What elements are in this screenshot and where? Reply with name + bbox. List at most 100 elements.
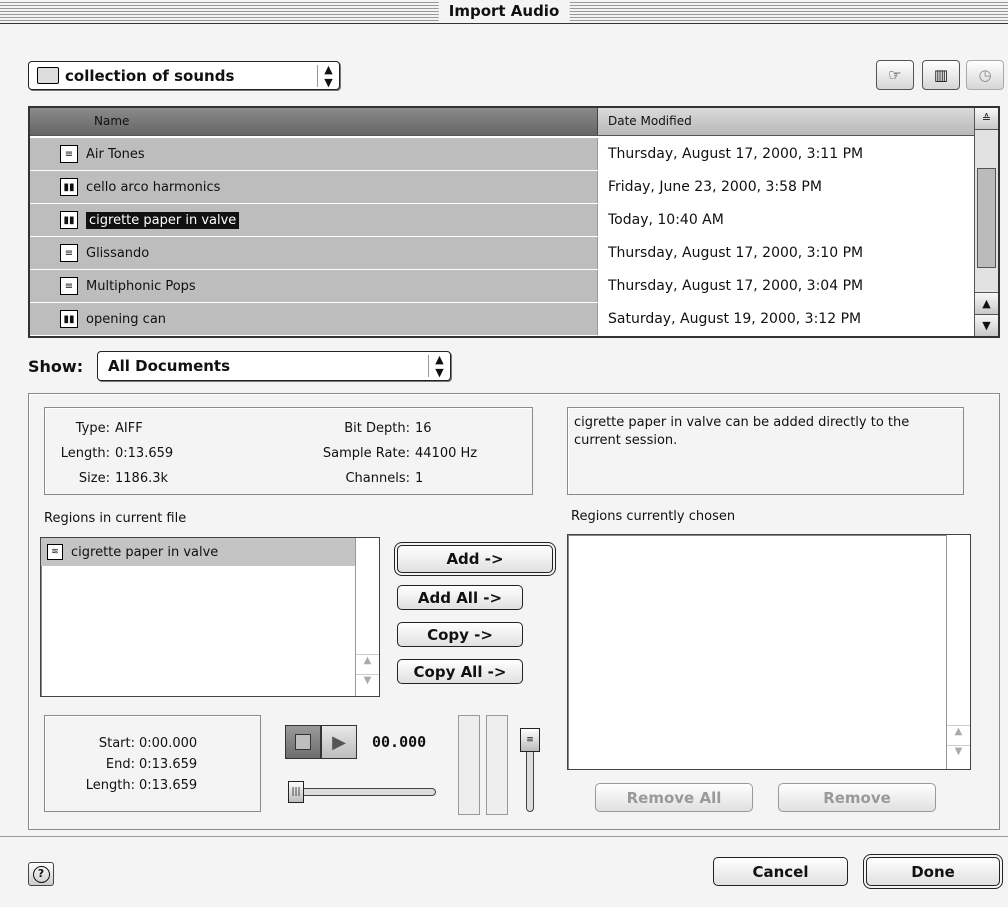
folder-popup[interactable]: collection of sounds ▲ ▼: [28, 61, 340, 90]
scroll-up-icon[interactable]: ▲: [947, 725, 970, 745]
remove-all-button[interactable]: Remove All: [595, 783, 753, 812]
file-row[interactable]: ≡ Glissando Thursday, August 17, 2000, 3:1…: [30, 237, 976, 269]
file-list-header: Name Date Modified: [30, 108, 976, 136]
selection-info-box: Start: 0:00.000 End: 0:13.659 Length: 0:…: [44, 715, 261, 812]
file-name: cello arco harmonics: [86, 179, 221, 195]
copy-all-button[interactable]: Copy All ->: [397, 659, 523, 684]
region-icon: ≋: [47, 544, 63, 560]
length-value: 0:13.659: [115, 446, 174, 461]
end-label: End:: [105, 757, 135, 772]
type-label: Type:: [75, 421, 110, 436]
document-icon: ≡: [60, 244, 78, 262]
document-icon: ≡: [60, 145, 78, 163]
end-value: 0:13.659: [139, 757, 198, 772]
show-label: Show:: [28, 357, 84, 376]
file-name-cell[interactable]: ▮▮ cello arco harmonics: [30, 171, 598, 203]
level-meter-left: [458, 715, 480, 815]
file-date: Thursday, August 17, 2000, 3:10 PM: [608, 245, 864, 261]
sel-length-value: 0:13.659: [139, 778, 198, 793]
sort-direction-icon[interactable]: ≙: [975, 108, 998, 130]
shortcuts-icon[interactable]: ☞: [876, 60, 914, 90]
channels-value: 1: [415, 471, 424, 486]
regions-current-label: Regions in current file: [44, 511, 187, 526]
regions-chosen-list[interactable]: ▲ ▼: [567, 534, 971, 770]
help-button[interactable]: ?: [28, 862, 54, 886]
play-button[interactable]: ▶: [321, 725, 357, 759]
column-header-name[interactable]: Name: [30, 108, 598, 135]
file-date: Thursday, August 17, 2000, 3:04 PM: [608, 278, 864, 294]
audio-file-icon: ▮▮: [60, 211, 78, 229]
popup-arrows-icon: ▲ ▼: [317, 63, 339, 89]
file-date: Friday, June 23, 2000, 3:58 PM: [608, 179, 822, 195]
file-date: Today, 10:40 AM: [608, 212, 724, 228]
help-icon: ?: [32, 865, 50, 883]
document-icon: ≡: [60, 277, 78, 295]
file-row[interactable]: ≡ Multiphonic Pops Thursday, August 17, 20…: [30, 270, 976, 302]
regions-chosen-scrollbar[interactable]: ▲ ▼: [946, 535, 970, 769]
title-bar[interactable]: Import Audio: [0, 0, 1008, 24]
column-header-date[interactable]: Date Modified: [598, 108, 692, 135]
start-label: Start:: [98, 736, 135, 751]
regions-current-scrollbar[interactable]: ▲ ▼: [355, 538, 379, 696]
folder-name: collection of sounds: [65, 66, 235, 85]
file-name: cigrette paper in valve: [86, 211, 240, 229]
remove-button[interactable]: Remove: [778, 783, 936, 812]
play-icon: ▶: [332, 731, 346, 753]
level-meter-right: [486, 715, 508, 815]
position-slider-track[interactable]: [288, 788, 436, 796]
regions-chosen-label: Regions currently chosen: [571, 509, 736, 524]
stop-button[interactable]: [285, 725, 321, 759]
scroll-down-icon[interactable]: ▼: [947, 745, 970, 765]
file-name: Air Tones: [86, 146, 145, 162]
file-name-cell[interactable]: ▮▮ opening can: [30, 303, 598, 335]
bit-depth-label: Bit Depth:: [344, 421, 410, 436]
start-value: 0:00.000: [139, 736, 198, 751]
type-value: AIFF: [115, 421, 143, 436]
file-name: Glissando: [86, 245, 150, 261]
size-label: Size:: [78, 471, 110, 486]
scroll-up-icon[interactable]: ▲: [356, 654, 379, 674]
position-slider-thumb[interactable]: |||: [288, 781, 304, 803]
scroll-down-icon[interactable]: ▼: [975, 314, 998, 336]
window-title: Import Audio: [438, 2, 570, 21]
recent-icon[interactable]: ◷: [966, 60, 1004, 90]
stop-icon: [295, 734, 311, 750]
favorites-icon[interactable]: ▥: [922, 60, 960, 90]
show-value: All Documents: [108, 357, 231, 375]
copy-button[interactable]: Copy ->: [397, 622, 523, 647]
file-date: Thursday, August 17, 2000, 3:11 PM: [608, 146, 864, 162]
file-row[interactable]: ▮▮ opening can Saturday, August 19, 2000, …: [30, 303, 976, 335]
file-name-cell[interactable]: ≡ Air Tones: [30, 138, 598, 170]
scroll-down-icon[interactable]: ▼: [356, 674, 379, 694]
audio-file-icon: ▮▮: [60, 310, 78, 328]
file-name-cell[interactable]: ≡ Glissando: [30, 237, 598, 269]
file-row[interactable]: ▮▮ cigrette paper in valve Today, 10:40 AM: [30, 204, 976, 236]
divider: [0, 836, 1008, 837]
bit-depth-value: 16: [415, 421, 432, 436]
file-date: Saturday, August 19, 2000, 3:12 PM: [608, 311, 862, 327]
file-list[interactable]: Name Date Modified ≡ Air Tones Thursday, A…: [28, 106, 1000, 338]
scroll-up-icon[interactable]: ▲: [975, 292, 998, 314]
file-row[interactable]: ▮▮ cello arco harmonics Friday, June 23, 2…: [30, 171, 976, 203]
show-popup[interactable]: All Documents ▲ ▼: [97, 351, 451, 381]
add-button[interactable]: Add ->: [397, 545, 553, 573]
audio-file-icon: ▮▮: [60, 178, 78, 196]
file-list-scrollbar[interactable]: ≙ ▲ ▼: [974, 108, 998, 336]
sample-rate-value: 44100 Hz: [415, 446, 478, 461]
sample-rate-label: Sample Rate:: [322, 446, 410, 461]
cancel-button[interactable]: Cancel: [713, 857, 848, 886]
list-item[interactable]: ≋ cigrette paper in valve: [41, 538, 355, 566]
file-name-cell[interactable]: ▮▮ cigrette paper in valve: [30, 204, 598, 236]
regions-current-list[interactable]: ≋ cigrette paper in valve ▲ ▼: [40, 537, 380, 697]
done-button[interactable]: Done: [866, 857, 1000, 886]
file-row[interactable]: ≡ Air Tones Thursday, August 17, 2000, 3:1…: [30, 138, 976, 170]
folder-icon: [37, 67, 59, 84]
file-name: Multiphonic Pops: [86, 278, 196, 294]
popup-arrows-icon: ▲ ▼: [428, 353, 450, 379]
add-all-button[interactable]: Add All ->: [397, 585, 523, 610]
scroll-thumb[interactable]: [977, 168, 996, 268]
volume-slider-thumb[interactable]: ≡: [520, 728, 540, 752]
region-name: cigrette paper in valve: [71, 544, 219, 560]
file-name: opening can: [86, 311, 167, 327]
file-name-cell[interactable]: ≡ Multiphonic Pops: [30, 270, 598, 302]
